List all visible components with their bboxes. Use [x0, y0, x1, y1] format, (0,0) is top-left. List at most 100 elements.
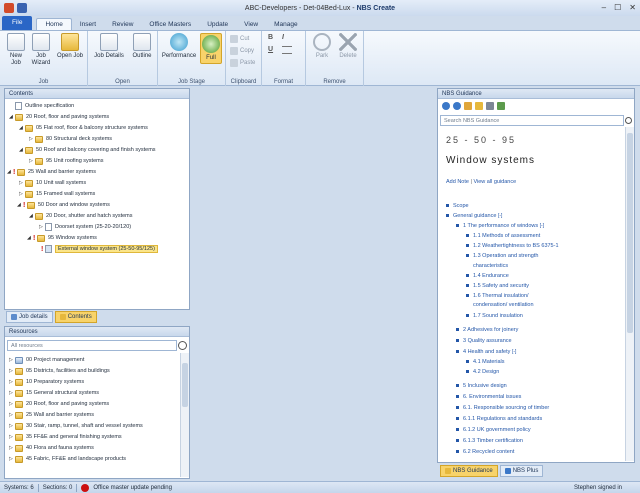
view-all-guidance-link[interactable]: View all guidance [473, 179, 516, 185]
tree-item[interactable]: ◢! 25 Wall and barrier systems [7, 167, 96, 177]
tree-item[interactable]: ▷ Doorset system (25-20-20/120) [39, 222, 131, 232]
tree-item[interactable]: ◢ 05 Flat roof, floor & balcony structure… [19, 123, 148, 133]
outline-button[interactable]: Outline [130, 33, 154, 60]
guidance-link[interactable]: 4 Health and safety [-] [456, 349, 516, 355]
guidance-search-input[interactable]: Search NBS Guidance [440, 115, 624, 126]
guidance-link[interactable]: 1.6 Thermal insulation/ [466, 293, 529, 299]
guidance-link[interactable]: 6.1.3 Timber certification [456, 438, 523, 444]
tab-nbs-guidance[interactable]: NBS Guidance [440, 465, 498, 477]
cut-button[interactable]: Cut [230, 35, 249, 43]
resources-scrollbar-thumb[interactable] [182, 363, 188, 407]
tree-item[interactable]: ▷ 95 Unit roofing systems [29, 156, 103, 166]
guidance-scrollbar[interactable] [625, 127, 634, 461]
sync-icon[interactable] [497, 102, 505, 110]
back-icon[interactable] [442, 102, 450, 110]
guidance-link[interactable]: 6.1.2 UK government policy [456, 427, 531, 433]
guidance-link[interactable]: 1 The performance of windows [-] [456, 223, 544, 229]
bookmark-icon[interactable] [475, 102, 483, 110]
guidance-link[interactable]: 6.2 Recycled content [456, 449, 514, 455]
tree-item-selected[interactable]: ! External window system (25-50-95/125) [41, 244, 158, 254]
close-button[interactable]: ✕ [629, 3, 636, 12]
tab-office-masters[interactable]: Office Masters [141, 19, 199, 30]
park-button[interactable]: Park [312, 33, 332, 60]
italic-button[interactable]: I [282, 34, 284, 41]
delete-button[interactable]: Delete [336, 33, 360, 60]
resource-item[interactable]: ▷ 15 General structural systems [9, 388, 99, 398]
tab-home[interactable]: Home [36, 18, 72, 30]
tree-item[interactable]: ◢ 50 Roof and balcony covering and finish… [19, 145, 156, 155]
guidance-link[interactable]: 3 Quality assurance [456, 338, 512, 344]
add-note-link[interactable]: Add Note [446, 179, 469, 185]
search-icon[interactable] [625, 117, 632, 124]
tab-job-details[interactable]: Job details [6, 311, 53, 323]
tree-item[interactable]: ▷ 15 Framed wall systems [19, 189, 95, 199]
tab-review[interactable]: Review [104, 19, 141, 30]
tab-nbs-plus[interactable]: NBS Plus [499, 465, 544, 477]
job-wizard-button[interactable]: Job Wizard [30, 33, 52, 67]
tree-item[interactable]: ◢! 50 Door and window systems [17, 200, 110, 210]
search-icon[interactable] [178, 341, 187, 350]
bold-button[interactable]: B [268, 34, 273, 41]
tab-contents[interactable]: Contents [54, 311, 97, 323]
guidance-link[interactable]: 1.5 Safety and security [466, 283, 529, 289]
resource-item[interactable]: ▷ 00 Project management [9, 355, 84, 365]
minimize-button[interactable]: – [602, 3, 606, 12]
maximize-button[interactable]: ☐ [614, 3, 621, 12]
underline-button[interactable]: U [268, 46, 273, 53]
guidance-link[interactable]: 4.1 Materials [466, 359, 505, 365]
resource-item[interactable]: ▷ 30 Stair, ramp, tunnel, shaft and vesse… [9, 421, 143, 431]
resource-item[interactable]: ▷ 20 Roof, floor and paving systems [9, 399, 109, 409]
full-button[interactable]: Full [200, 33, 222, 64]
guidance-link[interactable]: 6.1.1 Regulations and standards [456, 416, 542, 422]
home-icon[interactable] [464, 102, 472, 110]
collapse-toggle[interactable]: [-] [498, 213, 502, 219]
update-pending-icon[interactable] [81, 483, 90, 492]
resource-item[interactable]: ▷ 40 Flora and fauna systems [9, 443, 94, 453]
resource-item[interactable]: ▷ 10 Preparatory systems [9, 377, 84, 387]
guidance-link[interactable]: 5 Inclusive design [456, 383, 507, 389]
guidance-link-continued[interactable]: characteristics [473, 263, 508, 269]
new-job-button[interactable]: New Job [6, 33, 26, 67]
tree-item[interactable]: ▷ 10 Unit wall systems [19, 178, 86, 188]
resource-item[interactable]: ▷ 35 FF&E and general finishing systems [9, 432, 122, 442]
tree-item[interactable]: ▷ 80 Structural deck systems [29, 134, 112, 144]
guidance-link[interactable]: 1.3 Operation and strength [466, 253, 538, 259]
guidance-scrollbar-thumb[interactable] [627, 133, 633, 333]
open-job-button[interactable]: Open Job [56, 33, 84, 60]
resources-scrollbar[interactable] [180, 353, 189, 477]
guidance-link[interactable]: 1.1 Methods of assessment [466, 233, 540, 239]
guidance-link[interactable]: 1.4 Endurance [466, 273, 509, 279]
resource-item[interactable]: ▷ 05 Districts, facilities and buildings [9, 366, 110, 376]
resource-item[interactable]: ▷ 25 Wall and barrier systems [9, 410, 94, 420]
collapse-toggle[interactable]: [-] [540, 223, 544, 229]
guidance-link[interactable]: 1.7 Sound insulation [466, 313, 523, 319]
tree-item[interactable]: Outline specification [9, 101, 74, 111]
collapse-toggle[interactable]: [-] [512, 349, 516, 355]
print-icon[interactable] [486, 102, 494, 110]
resources-search-input[interactable]: All resources [7, 340, 177, 351]
forward-icon[interactable] [453, 102, 461, 110]
resource-item[interactable]: ▷ 45 Fabric, FF&E and landscape products [9, 454, 126, 464]
tab-manage[interactable]: Manage [266, 19, 306, 30]
performance-button[interactable]: Performance [160, 33, 198, 60]
copy-button[interactable]: Copy [230, 47, 254, 55]
guidance-link[interactable]: General guidance [-] [446, 213, 502, 219]
guidance-link[interactable]: 1.2 Weathertightness to BS 6375-1 [466, 243, 559, 249]
tree-item[interactable]: ◢! 95 Window systems [27, 233, 97, 243]
status-update-pending[interactable]: Office master update pending [93, 485, 172, 491]
guidance-link-continued[interactable]: condensation/ ventilation [473, 302, 534, 308]
tab-file[interactable]: File [2, 16, 33, 30]
tab-insert[interactable]: Insert [72, 19, 104, 30]
guidance-link[interactable]: 4.2 Design [466, 369, 499, 375]
guidance-link[interactable]: 6. Environmental issues [456, 394, 521, 400]
tree-item[interactable]: ◢ 20 Door, shutter and hatch systems [29, 211, 133, 221]
guidance-link[interactable]: Scope [446, 203, 469, 209]
list-icon[interactable] [282, 46, 292, 54]
tab-view[interactable]: View [236, 19, 266, 30]
paste-button[interactable]: Paste [230, 59, 255, 67]
job-details-button[interactable]: Job Details [92, 33, 126, 60]
guidance-link[interactable]: 6.1. Responsible sourcing of timber [456, 405, 549, 411]
guidance-link[interactable]: 2 Adhesives for joinery [456, 327, 518, 333]
tab-update[interactable]: Update [199, 19, 236, 30]
tree-item[interactable]: ◢ 20 Roof, floor and paving systems [9, 112, 109, 122]
